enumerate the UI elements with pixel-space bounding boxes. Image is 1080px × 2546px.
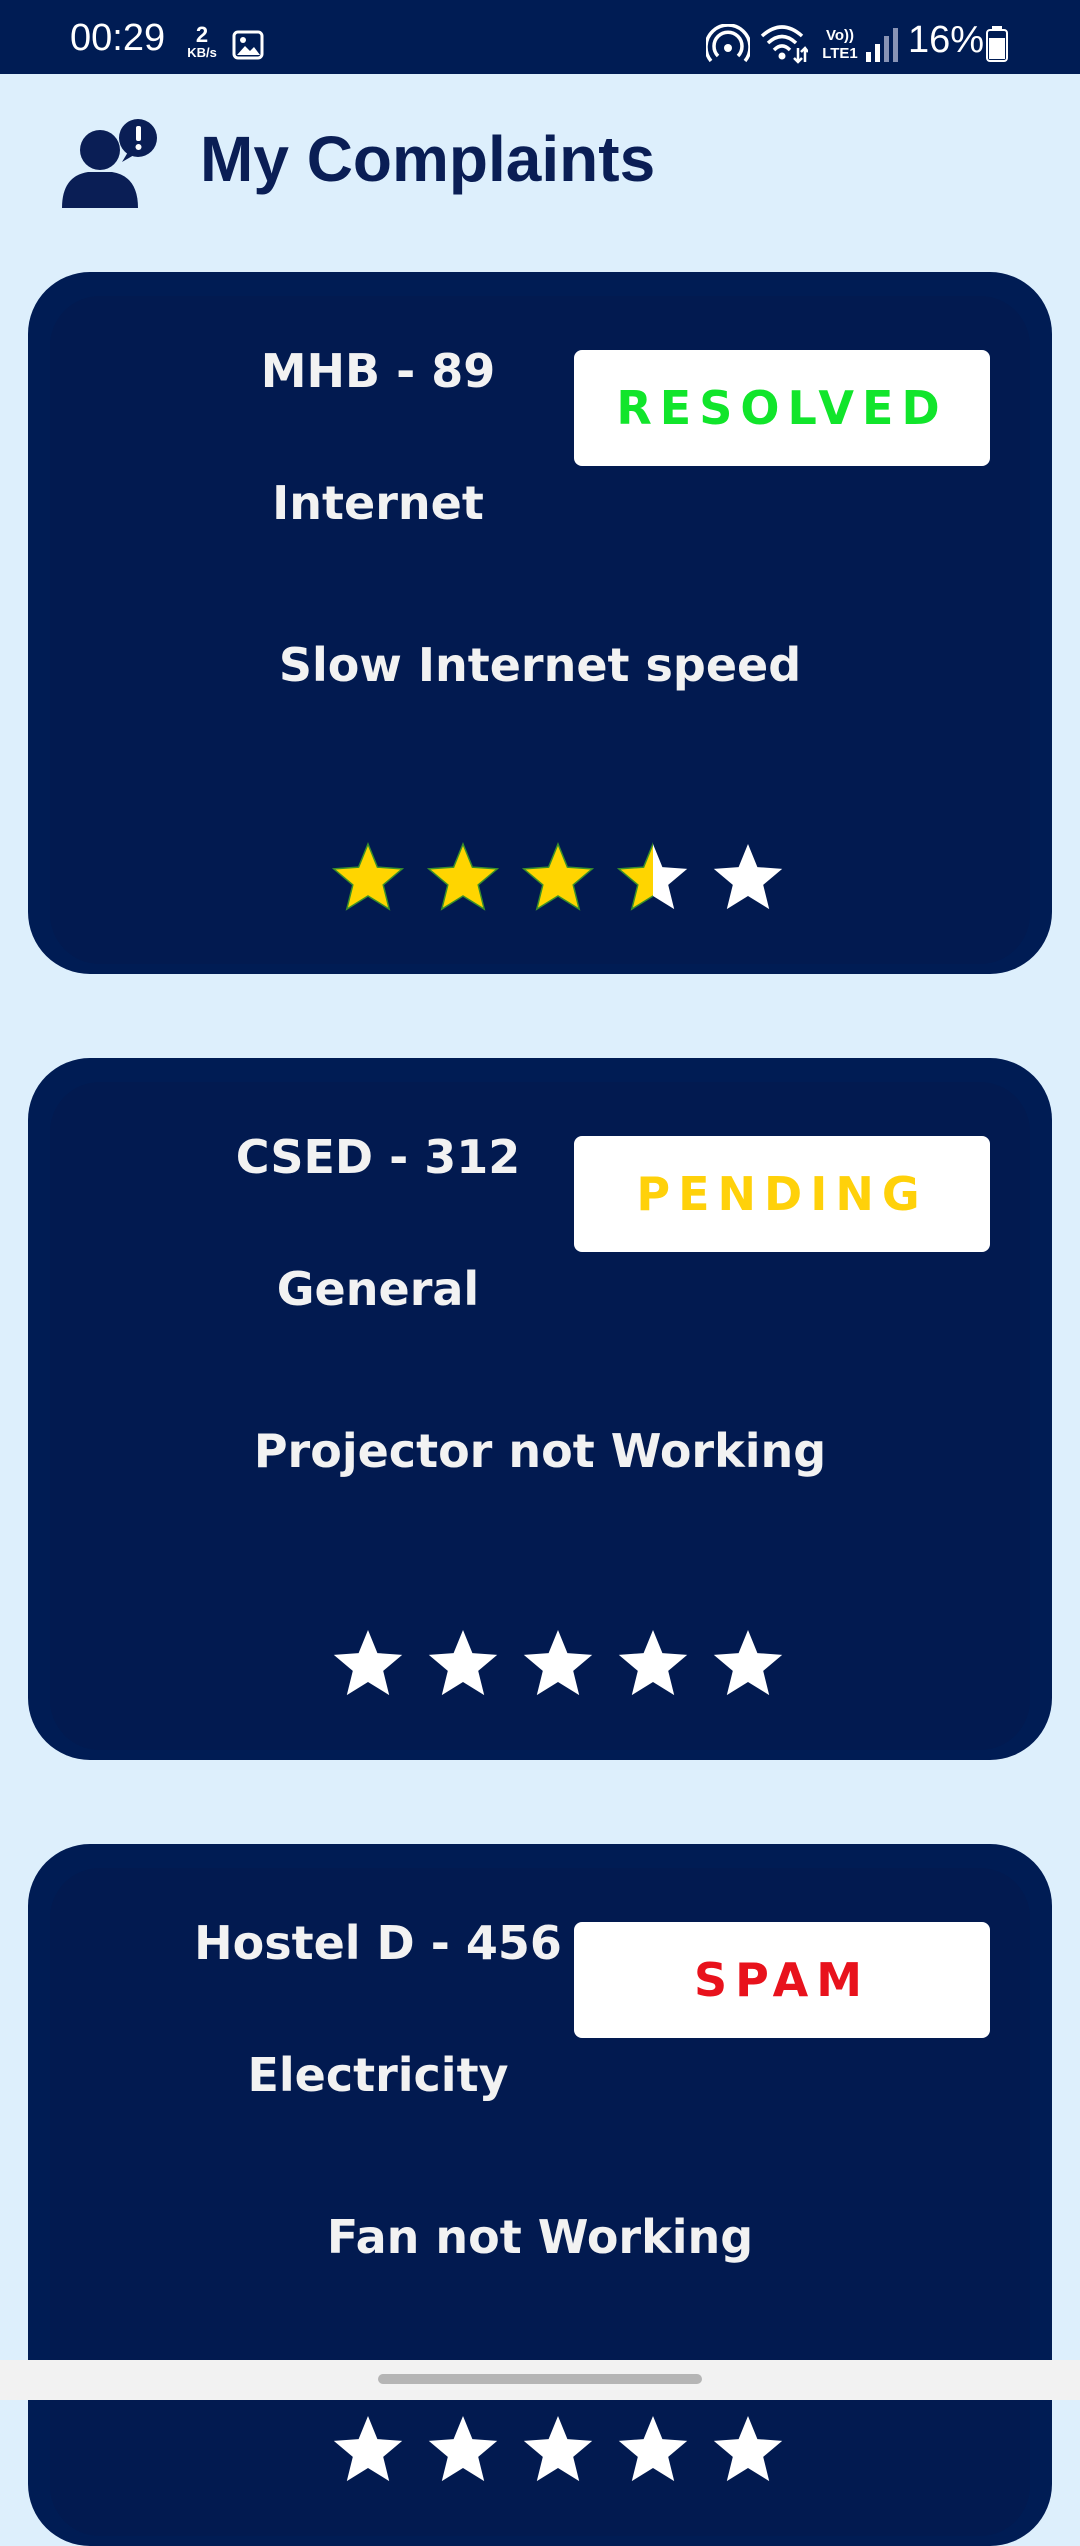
star-icon[interactable] [708, 840, 788, 916]
user-alert-icon [58, 116, 162, 212]
network-speed: 2 KB/s [180, 22, 224, 60]
complaint-description: Slow Internet speed [278, 638, 802, 692]
complaint-category: Electricity [247, 2048, 509, 2102]
star-icon[interactable] [423, 840, 503, 916]
complaint-card[interactable]: Hostel D - 456 SPAM Electricity Fan not … [28, 1844, 1052, 2546]
star-icon[interactable] [518, 840, 598, 916]
status-badge: PENDING [574, 1136, 990, 1252]
star-icon[interactable] [613, 1626, 693, 1702]
star-icon[interactable] [518, 2412, 598, 2488]
volte-label: Vo)) [826, 27, 854, 44]
battery-percent: 16% [908, 19, 985, 61]
star-icon[interactable] [518, 1626, 598, 1702]
status-bar: 00:29 2 KB/s Vo)) LTE1 16% [0, 0, 1080, 74]
star-icon[interactable] [328, 1626, 408, 1702]
signal-icon [866, 28, 898, 62]
page-title: My Complaints [200, 123, 656, 195]
status-badge: SPAM [574, 1922, 990, 2038]
star-icon[interactable] [328, 2412, 408, 2488]
star-icon[interactable] [708, 1626, 788, 1702]
complaint-category: Internet [272, 476, 484, 530]
navigation-bar [0, 2360, 1080, 2400]
star-icon[interactable] [708, 2412, 788, 2488]
star-icon[interactable] [328, 840, 408, 916]
star-icon[interactable] [613, 2412, 693, 2488]
complaint-description: Fan not Working [326, 2210, 754, 2264]
rating-stars[interactable] [328, 840, 808, 920]
complaint-card[interactable]: MHB - 89 RESOLVED Internet Slow Internet… [28, 272, 1052, 974]
battery-icon [986, 26, 1008, 62]
home-gesture-handle[interactable] [378, 2374, 702, 2384]
complaint-description: Projector not Working [253, 1424, 827, 1478]
rating-stars[interactable] [328, 2412, 808, 2492]
star-icon[interactable] [613, 840, 693, 916]
network-speed-unit: KB/s [187, 45, 217, 60]
rating-stars[interactable] [328, 1626, 808, 1706]
complaint-card[interactable]: CSED - 312 PENDING General Projector not… [28, 1058, 1052, 1760]
volte-icon: Vo)) LTE1 [822, 27, 858, 62]
page-header: My Complaints [0, 74, 1080, 264]
complaint-category: General [276, 1262, 480, 1316]
network-speed-value: 2 [195, 22, 209, 47]
status-time: 00:29 [70, 17, 166, 59]
hotspot-icon [706, 24, 750, 63]
star-icon[interactable] [423, 2412, 503, 2488]
gallery-icon [232, 30, 264, 64]
wifi-icon [760, 25, 808, 64]
star-icon[interactable] [423, 1626, 503, 1702]
status-badge: RESOLVED [574, 350, 990, 466]
lte-label: LTE1 [822, 45, 858, 62]
